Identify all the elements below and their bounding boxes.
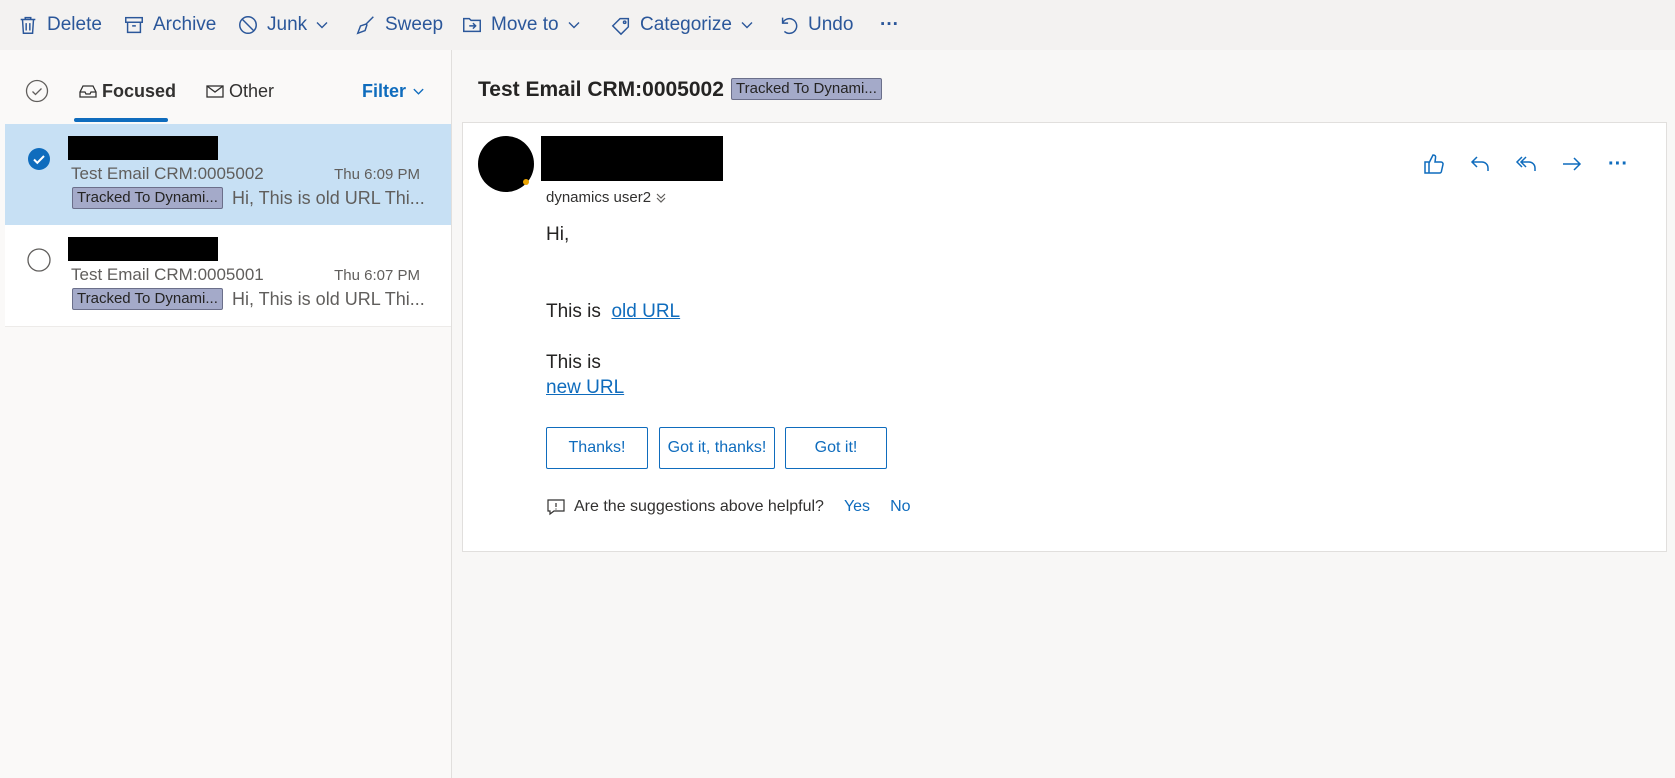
tag-icon [611,17,630,36]
message-preview: Hi, This is old URL Thi... [232,289,425,309]
message-preview: Hi, This is old URL Thi... [232,188,425,208]
reading-subject: Test Email CRM:0005002 [478,78,724,101]
list-item[interactable]: Test Email CRM:0005002 Thu 6:09 PM Track… [5,124,451,225]
message-actions: ··· [1411,149,1641,179]
more-icon: ··· [880,14,899,35]
feedback-icon [547,499,565,516]
sweep-label: Sweep [385,14,444,35]
feedback-question: Are the suggestions above helpful? [574,498,824,515]
chevron-down-icon [568,22,580,29]
recipient-line[interactable]: dynamics user2 [546,189,667,206]
delete-button[interactable]: Delete [17,0,102,50]
reply-all-icon [1515,156,1536,171]
list-item[interactable]: Test Email CRM:0005001 Thu 6:07 PM Track… [5,225,451,327]
unchecked-circle-icon[interactable] [26,247,52,273]
active-tab-indicator [74,118,168,122]
thumbs-up-icon [1424,154,1444,174]
message-time: Thu 6:09 PM [334,166,420,183]
body-text: This is [546,301,601,322]
tab-focused-label: Focused [102,80,177,101]
suggestions-feedback: Are the suggestions above helpful? Yes N… [546,497,911,517]
sender-name-redacted [68,136,218,160]
categorize-label: Categorize [640,14,732,35]
old-url-link[interactable]: old URL [611,301,680,322]
delete-label: Delete [47,14,102,35]
category-tag[interactable]: Tracked To Dynami... [731,78,882,100]
reply-button[interactable] [1457,149,1503,179]
junk-button[interactable]: Junk [237,0,329,50]
mail-icon [206,85,224,98]
quick-reply-button[interactable]: Thanks! [546,427,648,469]
block-icon [239,16,257,34]
undo-button[interactable]: Undo [778,0,853,50]
undo-icon [781,17,798,34]
category-tag: Tracked To Dynami... [72,187,223,209]
feedback-no-link[interactable]: No [890,498,910,516]
junk-label: Junk [267,14,308,35]
archive-button[interactable]: Archive [123,0,216,50]
body-greeting: Hi, [546,224,570,245]
body-line-old: This is old URL [546,301,680,323]
forward-button[interactable] [1549,149,1595,179]
tab-other-label: Other [229,80,275,101]
filter-label: Filter [362,80,407,101]
recipient-name: dynamics user2 [546,189,652,206]
sender-name-redacted [541,136,723,181]
presence-dot [523,179,529,185]
select-all-checkbox[interactable] [25,79,49,103]
quick-reply-button[interactable]: Got it, thanks! [659,427,775,469]
checked-circle-icon[interactable] [26,146,52,172]
forward-icon [1563,157,1582,171]
body-text: This is [546,352,601,373]
feedback-yes-link[interactable]: Yes [844,498,870,516]
body-line-new: new URL [546,377,624,399]
chevron-down-icon [741,22,753,29]
sweep-button[interactable]: Sweep [355,0,443,50]
message-card: dynamics user2 ··· Hi, This is old URL T… [462,122,1667,552]
tab-other[interactable]: Other [205,76,274,106]
reply-all-button[interactable] [1503,149,1549,179]
chevron-down-icon [316,22,328,29]
message-subject: Test Email CRM:0005002 [71,164,264,183]
like-button[interactable] [1411,149,1457,179]
folder-move-icon [463,17,481,33]
more-actions-button[interactable]: ··· [880,0,899,50]
move-to-label: Move to [491,14,559,35]
quick-reply-button[interactable]: Got it! [785,427,887,469]
chevron-down-icon [413,88,424,95]
sender-name-redacted [68,237,218,261]
more-icon: ··· [1608,152,1628,175]
message-list-pane: Focused Other Filter Test Email CRM:0005… [0,50,452,778]
move-to-button[interactable]: Move to [461,0,581,50]
command-bar: Delete Archive Junk Sweep Move to Catego… [0,0,1675,50]
reply-icon [1470,156,1489,171]
trash-icon [20,16,36,34]
categorize-button[interactable]: Categorize [610,0,754,50]
message-subject: Test Email CRM:0005001 [71,265,264,284]
filter-button[interactable]: Filter [362,76,425,106]
archive-label: Archive [153,14,217,35]
more-options-button[interactable]: ··· [1595,149,1641,179]
message-time: Thu 6:07 PM [334,267,420,284]
double-chevron-down-icon [656,193,666,203]
new-url-link[interactable]: new URL [546,377,624,398]
undo-label: Undo [808,14,854,35]
inbox-tray-icon [79,85,97,98]
broom-icon [356,16,374,35]
archive-icon [125,16,143,34]
tab-focused[interactable]: Focused [78,76,176,106]
category-tag: Tracked To Dynami... [72,288,223,310]
